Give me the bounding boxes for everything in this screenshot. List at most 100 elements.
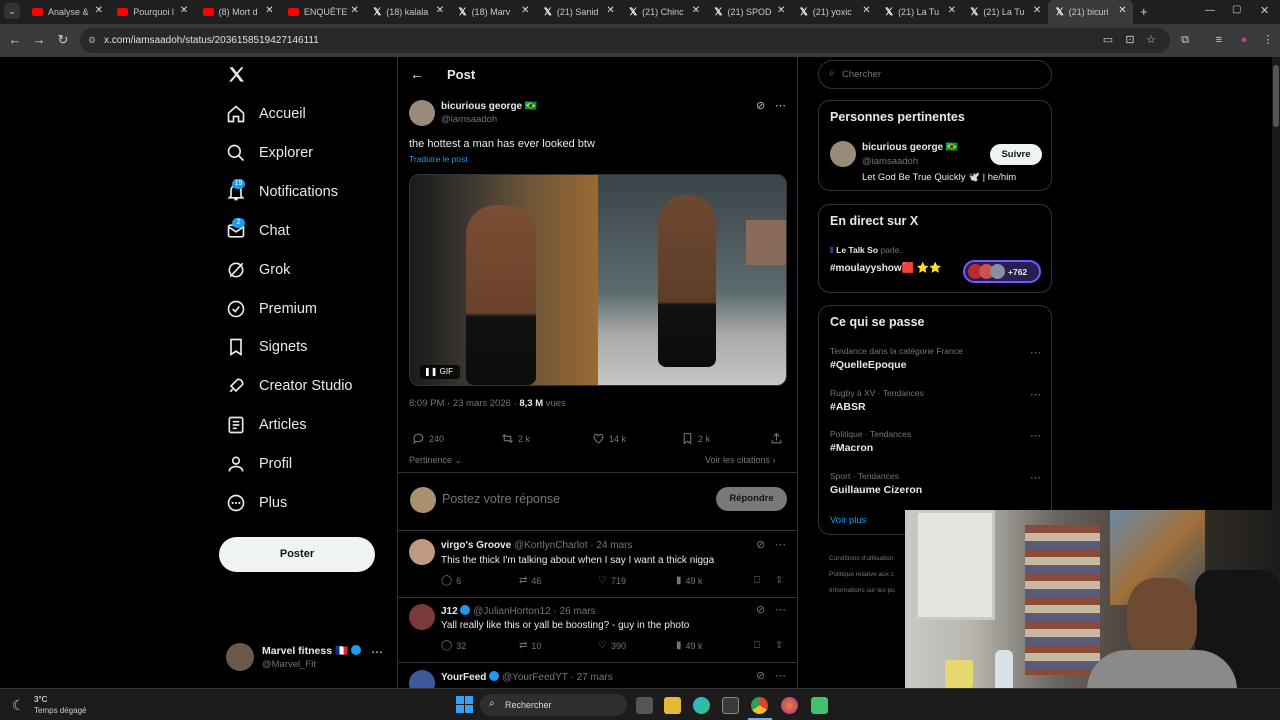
profile-icon[interactable]: ●	[1236, 32, 1252, 48]
reply-row[interactable]: J12 @JulianHorton12 · 26 mars ⊘ ⋯ Yall real…	[398, 600, 797, 664]
account-switcher[interactable]: Marvel fitness 🇫🇷 @Marvel_Fit ⋯	[226, 641, 391, 675]
repost-button[interactable]: 2 k	[501, 432, 530, 445]
reply-input[interactable]: Postez votre réponse	[442, 492, 560, 506]
close-icon[interactable]: ✕	[1118, 5, 1126, 16]
reply-author-handle[interactable]: @KortlynCharlot	[514, 540, 588, 551]
avatar[interactable]	[409, 604, 435, 630]
x-logo-icon[interactable]	[227, 65, 246, 89]
reply-time[interactable]: · 24 mars	[590, 540, 632, 551]
browser-tab[interactable]: 𝕏 (18) kalala ✕	[365, 0, 450, 24]
scrollbar-thumb[interactable]	[1273, 65, 1279, 127]
replies-button[interactable]: ◯ 6	[441, 575, 461, 586]
reply-time[interactable]: · 26 mars	[553, 606, 595, 617]
show-more-link[interactable]: Voir plus	[830, 515, 866, 526]
windows-start-icon[interactable]	[456, 696, 473, 713]
browser-tab[interactable]: 𝕏 (21) yoxic ✕	[792, 0, 877, 24]
close-icon[interactable]: ✕	[436, 5, 444, 16]
more-icon[interactable]: ⋯	[775, 99, 786, 112]
share-button[interactable]: ⇪	[775, 575, 783, 586]
sort-dropdown[interactable]: Pertinence ⌄	[409, 455, 462, 466]
star-icon[interactable]: ☆	[1143, 32, 1159, 48]
post-time[interactable]: 8:09 PM · 23 mars 2026 ·	[409, 398, 517, 409]
close-icon[interactable]: ✕	[862, 5, 870, 16]
store-icon[interactable]	[722, 697, 739, 714]
sidebar-item-accueil[interactable]: Accueil	[226, 99, 306, 129]
follow-button[interactable]: Suivre	[990, 144, 1042, 165]
post-button[interactable]: Poster	[219, 537, 375, 572]
sidebar-item-articles[interactable]: Articles	[226, 410, 307, 440]
grok-icon[interactable]: ⊘	[756, 603, 765, 616]
sidebar-item-plus[interactable]: Plus	[226, 488, 287, 518]
more-icon[interactable]: ⋯	[1030, 346, 1042, 359]
bookmark-button[interactable]: ⎕	[754, 640, 760, 651]
browser-tab[interactable]: 𝕏 (21) SPOD ✕	[706, 0, 791, 24]
bookmark-button[interactable]: 2 k	[681, 432, 710, 445]
sidebar-item-premium[interactable]: Premium	[226, 294, 317, 324]
more-icon[interactable]: ⋯	[1030, 388, 1042, 401]
grok-icon[interactable]: ⊘	[756, 669, 765, 682]
close-icon[interactable]: ✕	[95, 5, 103, 16]
close-icon[interactable]: ✕	[180, 5, 188, 16]
avatar[interactable]	[830, 141, 856, 167]
task-view-icon[interactable]	[636, 697, 653, 714]
trend-item[interactable]: Tendance dans la catégorie France #Quelle…	[830, 346, 1042, 380]
reply-author-name[interactable]: J12	[441, 606, 458, 617]
more-icon[interactable]: ⋯	[1030, 429, 1042, 442]
reply-row[interactable]: virgo's Groove @KortlynCharlot · 24 mars…	[398, 535, 797, 599]
extensions-icon[interactable]: ⧉	[1177, 32, 1193, 48]
likes-button[interactable]: ♡ 390	[598, 640, 626, 651]
more-icon[interactable]: ⋯	[775, 538, 786, 551]
browser-tab[interactable]: ENQUÊTE ✕	[280, 0, 365, 24]
sidebar-item-profil[interactable]: Profil	[226, 449, 292, 479]
browser-tab[interactable]: 𝕏 (21) La Tu ✕	[877, 0, 962, 24]
sidebar-item-signets[interactable]: Signets	[226, 332, 307, 362]
browser-tab[interactable]: 𝕏 (21) Sanid ✕	[536, 0, 621, 24]
person-name[interactable]: bicurious george	[862, 142, 943, 153]
footer-link[interactable]: Politique relative aux c	[829, 567, 895, 583]
forward-icon[interactable]: →	[30, 31, 48, 49]
address-input[interactable]: ⚙ x.com/iamsaadoh/status/203615851942714…	[80, 28, 1170, 53]
gif-badge[interactable]: ❚❚ GIF	[420, 365, 460, 379]
reply-author-handle[interactable]: @YourFeedYT	[502, 672, 568, 683]
author-name[interactable]: bicurious george	[441, 101, 522, 112]
edge-icon[interactable]	[693, 697, 710, 714]
reload-icon[interactable]: ↻	[54, 31, 72, 49]
author-avatar[interactable]	[409, 100, 435, 126]
tab-list-button[interactable]: ⌄	[4, 3, 20, 19]
chrome-icon[interactable]	[751, 697, 768, 714]
reply-submit-button[interactable]: Répondre	[716, 487, 787, 511]
close-icon[interactable]: ✕	[948, 5, 956, 16]
browser-tab[interactable]: (8) Mort d ✕	[195, 0, 280, 24]
live-show-title[interactable]: #moulayyshow🟥 ⭐⭐	[830, 263, 942, 274]
close-icon[interactable]: ✕	[351, 5, 359, 16]
more-icon[interactable]: ⋯	[775, 603, 786, 616]
media-icon[interactable]: ≡	[1211, 32, 1227, 48]
share-button[interactable]	[770, 432, 787, 445]
back-icon[interactable]: ←	[6, 31, 24, 49]
trend-item[interactable]: Sport · Tendances Guillaume Cizeron ⋯	[830, 471, 1042, 505]
more-icon[interactable]: ⋯	[1030, 471, 1042, 484]
share-button[interactable]: ⇪	[775, 640, 783, 651]
replies-button[interactable]: ◯ 32	[441, 640, 466, 651]
grok-icon[interactable]: ⊘	[756, 538, 765, 551]
close-icon[interactable]: ✕	[606, 5, 614, 16]
trend-item[interactable]: Rugby à XV · Tendances #ABSR ⋯	[830, 388, 1042, 422]
reply-row[interactable]: YourFeed @YourFeedYT · 27 mars ⊘ ⋯	[398, 666, 797, 688]
avatar[interactable]	[409, 670, 435, 688]
reply-author-name[interactable]: YourFeed	[441, 672, 486, 683]
maximize-button[interactable]: ▢	[1232, 4, 1241, 15]
browser-tab[interactable]: Pourquoi l ✕	[109, 0, 194, 24]
minimize-button[interactable]: —	[1205, 5, 1215, 16]
weather-temp[interactable]: 3°C	[34, 695, 47, 704]
translate-link[interactable]: Traduire le post	[409, 154, 468, 164]
quotes-link[interactable]: Voir les citations ›	[705, 455, 776, 465]
bookmark-button[interactable]: ⎕	[754, 575, 760, 586]
site-info-icon[interactable]: ⚙	[88, 28, 96, 53]
sidebar-item-creator-studio[interactable]: Creator Studio	[226, 371, 353, 401]
avatar[interactable]	[409, 539, 435, 565]
close-icon[interactable]: ✕	[777, 5, 785, 16]
likes-button[interactable]: ♡ 719	[598, 575, 626, 586]
browser-tab[interactable]: 𝕏 (21) Chinc ✕	[621, 0, 706, 24]
firefox-icon[interactable]	[781, 697, 798, 714]
weather-moon-icon[interactable]: ☾	[12, 697, 25, 714]
